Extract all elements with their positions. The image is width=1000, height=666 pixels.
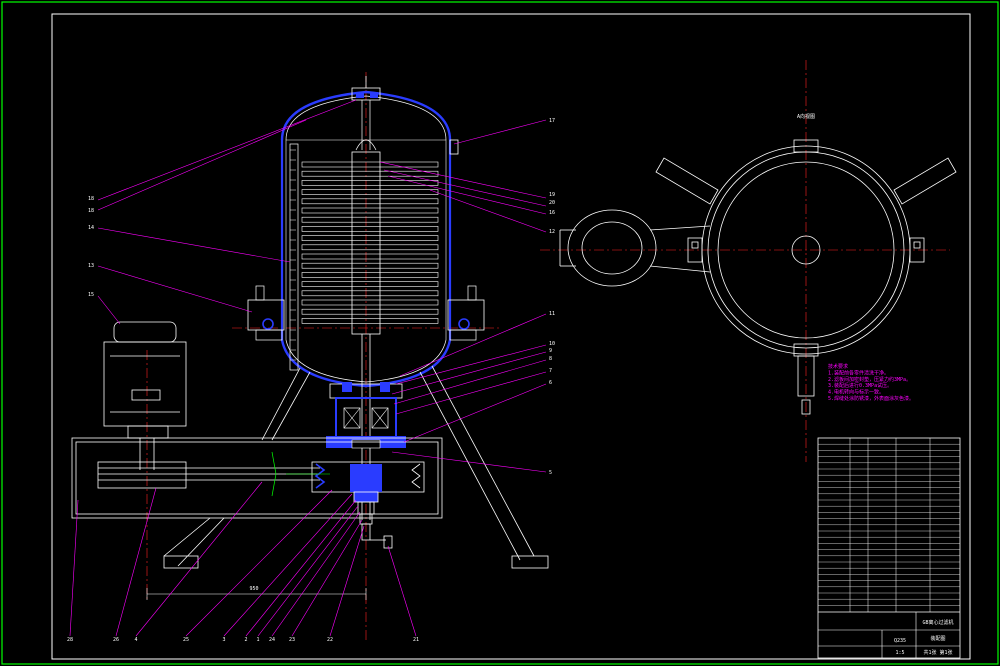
part-number-label: 16 [549, 210, 555, 216]
part-number-label: 11 [549, 311, 555, 317]
part-number-label: 15 [88, 292, 94, 298]
base-frame [71, 437, 443, 519]
part-number-label: 6 [549, 380, 552, 386]
drawing-number: 装配图 [930, 635, 945, 642]
part-number-label: 13 [88, 263, 94, 269]
part-number-label: 20 [549, 200, 555, 206]
part-number-label: 22 [327, 637, 333, 643]
part-number-label: 1 [256, 637, 259, 643]
part-number-label: 10 [549, 341, 555, 347]
assembly-drawing: 950 1818141315 1719201612111098765 28 26… [1, 1, 999, 665]
part-number-label: 23 [289, 637, 295, 643]
technical-requirements: 技术要求1.装配前各零件清洗干净。2.滤板间加密封垫，压紧力约3MPa。3.装配… [828, 363, 914, 402]
sight-tube [289, 143, 299, 371]
note-line: 3.装配后进行0.3MPa试压。 [828, 382, 892, 389]
part-number-label: 26 [113, 637, 119, 643]
part-number-label: 7 [549, 368, 552, 374]
title-text: GB离心过滤机 [922, 619, 953, 626]
part-number-label: 18 [88, 208, 94, 214]
title-block: GB离心过滤机 装配图 Q235 1:5 共1张 第1张 [817, 437, 961, 659]
support-lug-left [247, 285, 285, 341]
material-text: Q235 [894, 638, 906, 644]
part-number-label: 25 [183, 637, 189, 643]
note-line: 5.焊缝处涂防锈漆，外表面涂灰色漆。 [828, 395, 914, 402]
part-number-label: 9 [549, 348, 552, 354]
part-number-label: 17 [549, 118, 555, 124]
support-lug-right [447, 285, 485, 341]
dimension-text: 950 [249, 586, 258, 592]
sight-tube-marks [290, 149, 296, 361]
part-number-label: 28 [67, 637, 73, 643]
part-number-label: 4 [134, 637, 137, 643]
pulley [271, 451, 425, 497]
drawing-canvas: 950 18 18 14 13 15 17 19 20 16 12 11 10 … [0, 0, 1000, 666]
part-number-label: 2 [244, 637, 247, 643]
filter-plate-stack [301, 161, 439, 324]
note-line: 4.电机转向与标示一致。 [828, 389, 884, 396]
part-labels-right: 17 19 20 16 12 11 109 8 7 6 5 [549, 118, 555, 476]
part-number-label: 19 [549, 192, 555, 198]
front-view: 950 1818141315 1719201612111098765 28 26… [67, 72, 555, 643]
part-number-label: 21 [413, 637, 419, 643]
note-line: 2.滤板间加密封垫，压紧力约3MPa。 [828, 376, 911, 383]
inner-frame [51, 13, 971, 660]
view-label: A向视图 [797, 113, 815, 120]
part-labels-left: 18 18 14 13 15 [88, 196, 94, 298]
note-line: 1.装配前各零件清洗干净。 [828, 369, 889, 376]
motor [103, 321, 187, 470]
part-number-label: 18 [88, 196, 94, 202]
outer-border [1, 1, 999, 665]
scale-text: 1:5 [895, 650, 904, 656]
dimension-950: 950 [146, 586, 367, 600]
part-number-label: 14 [88, 225, 94, 231]
part-number-label: 12 [549, 229, 555, 235]
notes-heading: 技术要求 [828, 363, 848, 370]
part-number-label: 24 [269, 637, 275, 643]
part-number-label: 3 [222, 637, 225, 643]
sheet-text: 共1张 第1张 [923, 649, 952, 656]
part-number-label: 5 [549, 470, 552, 476]
side-outlet [449, 139, 459, 155]
part-number-label: 8 [549, 356, 552, 362]
